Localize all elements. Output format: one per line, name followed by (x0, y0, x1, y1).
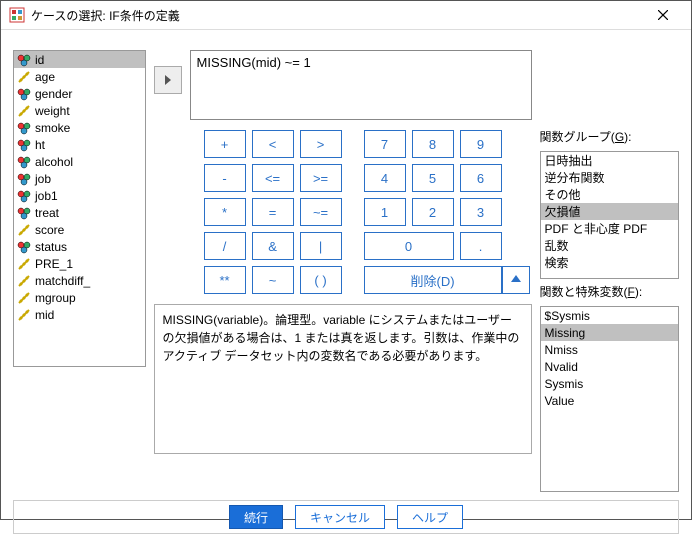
function-description: MISSING(variable)。論理型。variable にシステムまたはユ… (154, 304, 532, 454)
function-item[interactable]: Value (541, 392, 678, 409)
keypad-btn[interactable]: 5 (412, 164, 454, 192)
right-panel: 関数グループ(G): 日時抽出逆分布関数その他欠損値PDF と非心度 PDF乱数… (540, 50, 679, 492)
keypad-btn[interactable]: ( ) (300, 266, 342, 294)
keypad-0[interactable]: 0 (364, 232, 454, 260)
variable-item[interactable]: matchdiff_ (14, 272, 145, 289)
keypad-btn[interactable]: | (300, 232, 342, 260)
variable-item[interactable]: smoke (14, 119, 145, 136)
variable-item[interactable]: id (14, 51, 145, 68)
variable-label: age (35, 70, 55, 84)
function-group-item[interactable]: 逆分布関数 (541, 169, 678, 186)
expression-input[interactable] (190, 50, 532, 120)
function-group-item[interactable]: 日時抽出 (541, 152, 678, 169)
move-variable-button[interactable] (154, 66, 182, 94)
variable-item[interactable]: weight (14, 102, 145, 119)
keypad-btn[interactable]: ~= (300, 198, 342, 226)
variable-label: id (35, 53, 44, 67)
keypad-delete[interactable]: 削除(D) (364, 266, 502, 294)
keypad-btn[interactable]: 2 (412, 198, 454, 226)
keypad-btn[interactable]: 4 (364, 164, 406, 192)
keypad-area: +<>789 -<=>= 456 *=~= 123 /&| 0. **~( ) 削除(D) (154, 130, 532, 294)
variable-item[interactable]: job (14, 170, 145, 187)
variable-label: job (35, 172, 51, 186)
variable-label: weight (35, 104, 70, 118)
keypad-btn[interactable]: >= (300, 164, 342, 192)
variable-label: matchdiff_ (35, 274, 90, 288)
variable-item[interactable]: mid (14, 306, 145, 323)
insert-function-button[interactable] (502, 266, 530, 294)
variable-item[interactable]: score (14, 221, 145, 238)
keypad-btn[interactable]: * (204, 198, 246, 226)
variable-label: treat (35, 206, 59, 220)
cancel-button[interactable]: キャンセル (295, 505, 385, 529)
variable-label: score (35, 223, 64, 237)
keypad-btn[interactable]: 9 (460, 130, 502, 158)
variable-item[interactable]: treat (14, 204, 145, 221)
keypad-btn[interactable]: + (204, 130, 246, 158)
variable-item[interactable]: job1 (14, 187, 145, 204)
function-group-item[interactable]: 検索 (541, 254, 678, 271)
variable-label: smoke (35, 121, 70, 135)
variable-label: alcohol (35, 155, 73, 169)
keypad-btn[interactable]: < (252, 130, 294, 158)
function-group-item[interactable]: 乱数 (541, 237, 678, 254)
help-button[interactable]: ヘルプ (397, 505, 463, 529)
function-group-label: 関数グループ(G): (540, 128, 679, 145)
variable-label: gender (35, 87, 72, 101)
function-item[interactable]: Missing (541, 324, 678, 341)
continue-button[interactable]: 続行 (229, 505, 283, 529)
variable-item[interactable]: status (14, 238, 145, 255)
keypad-btn[interactable]: 8 (412, 130, 454, 158)
variable-label: mgroup (35, 291, 76, 305)
titlebar-title: ケースの選択: IF条件の定義 (31, 7, 643, 24)
keypad-btn[interactable]: <= (252, 164, 294, 192)
app-icon (9, 7, 25, 23)
functions-listbox[interactable]: $SysmisMissingNmissNvalidSysmisValue (540, 306, 679, 492)
keypad-btn[interactable]: - (204, 164, 246, 192)
variable-label: mid (35, 308, 54, 322)
variable-item[interactable]: gender (14, 85, 145, 102)
function-item[interactable]: Sysmis (541, 375, 678, 392)
variable-item[interactable]: mgroup (14, 289, 145, 306)
expression-row (154, 50, 532, 120)
dialog-body: id age gender weight smoke ht alcohol job job1 tr… (1, 30, 691, 500)
function-item[interactable]: Nmiss (541, 341, 678, 358)
close-button[interactable] (643, 1, 683, 29)
function-group-item[interactable]: PDF と非心度 PDF (541, 220, 678, 237)
keypad-dot[interactable]: . (460, 232, 502, 260)
keypad-btn[interactable]: 7 (364, 130, 406, 158)
function-item[interactable]: Nvalid (541, 358, 678, 375)
function-item[interactable]: $Sysmis (541, 307, 678, 324)
variable-item[interactable]: alcohol (14, 153, 145, 170)
titlebar: ケースの選択: IF条件の定義 (1, 1, 691, 30)
variable-label: ht (35, 138, 45, 152)
variable-label: status (35, 240, 67, 254)
keypad-btn[interactable]: 3 (460, 198, 502, 226)
keypad-btn[interactable]: & (252, 232, 294, 260)
keypad-btn[interactable]: = (252, 198, 294, 226)
keypad: +<>789 -<=>= 456 *=~= 123 /&| 0. **~( ) 削除(D) (204, 130, 502, 294)
variable-label: job1 (35, 189, 58, 203)
function-group-listbox[interactable]: 日時抽出逆分布関数その他欠損値PDF と非心度 PDF乱数検索 (540, 151, 679, 279)
function-group-item[interactable]: 欠損値 (541, 203, 678, 220)
center-panel: +<>789 -<=>= 456 *=~= 123 /&| 0. **~( ) 削除(D) MI… (154, 50, 532, 492)
keypad-btn[interactable]: / (204, 232, 246, 260)
function-group-item[interactable]: その他 (541, 186, 678, 203)
footer: 続行 キャンセル ヘルプ (13, 500, 679, 534)
variable-label: PRE_1 (35, 257, 73, 271)
variable-list[interactable]: id age gender weight smoke ht alcohol job job1 tr… (13, 50, 146, 367)
keypad-btn[interactable]: 6 (460, 164, 502, 192)
keypad-btn[interactable]: 1 (364, 198, 406, 226)
keypad-btn[interactable]: ** (204, 266, 246, 294)
variable-item[interactable]: ht (14, 136, 145, 153)
keypad-btn[interactable]: > (300, 130, 342, 158)
keypad-btn[interactable]: ~ (252, 266, 294, 294)
dialog-window: ケースの選択: IF条件の定義 id age gender weight smoke ht… (0, 0, 692, 520)
functions-label: 関数と特殊変数(F): (540, 283, 679, 300)
variable-item[interactable]: age (14, 68, 145, 85)
variable-item[interactable]: PRE_1 (14, 255, 145, 272)
